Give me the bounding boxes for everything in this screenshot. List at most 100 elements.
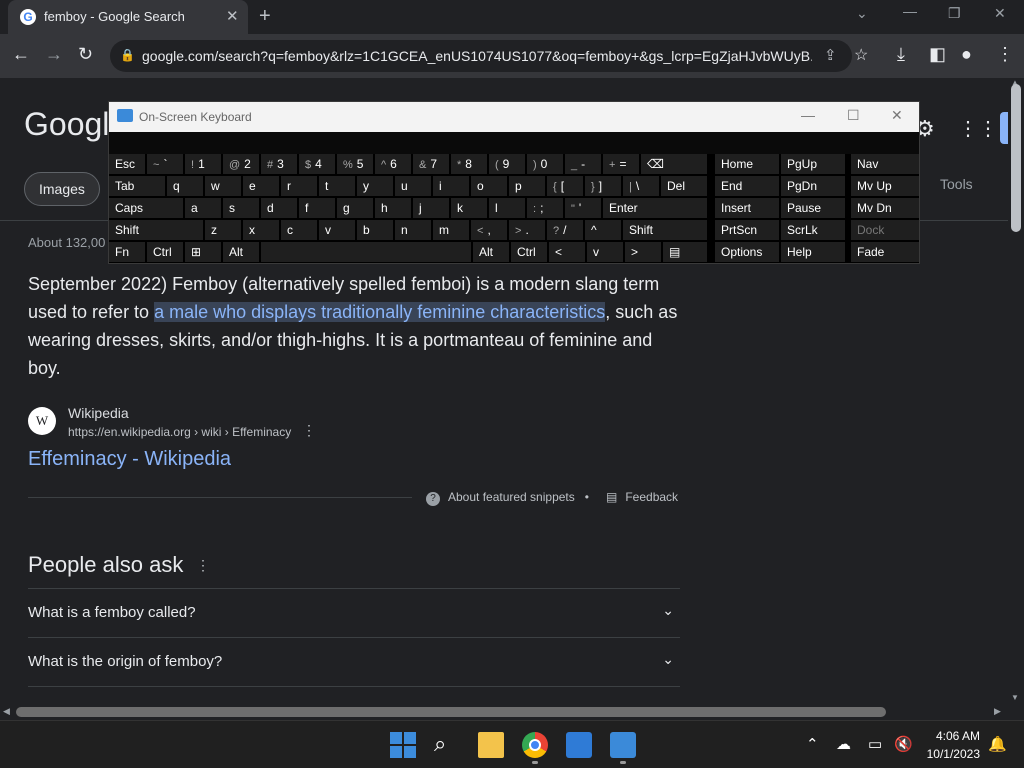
side-panel-icon[interactable]: ◧	[929, 44, 946, 65]
chrome-icon[interactable]	[522, 732, 548, 758]
key-4[interactable]: $4	[299, 154, 335, 174]
key-right-arrow[interactable]: >	[625, 242, 661, 262]
key-prtscn[interactable]: PrtScn	[715, 220, 779, 240]
key-n[interactable]: n	[395, 220, 431, 240]
key-mv-dn[interactable]: Mv Dn	[851, 198, 919, 218]
sign-in-button[interactable]	[1000, 112, 1008, 144]
key-d[interactable]: d	[261, 198, 297, 218]
key-u[interactable]: u	[395, 176, 431, 196]
paa-question[interactable]: What is a femboy called? ⌄	[28, 588, 680, 637]
key-1[interactable]: ! 1	[185, 154, 221, 174]
key-2[interactable]: @2	[223, 154, 259, 174]
start-button[interactable]	[390, 732, 416, 758]
key-help[interactable]: Help	[781, 242, 845, 262]
vertical-scrollbar[interactable]: ▲ ▼	[1008, 78, 1024, 704]
key-comma[interactable]: <,	[471, 220, 507, 240]
forward-icon[interactable]: →	[45, 44, 63, 65]
key-end[interactable]: End	[715, 176, 779, 196]
restore-icon[interactable]: ❐	[948, 5, 961, 22]
key-windows[interactable]: ⊞	[185, 242, 221, 262]
key-h[interactable]: h	[375, 198, 411, 218]
key-up-arrow[interactable]: ^	[585, 220, 621, 240]
key-3[interactable]: #3	[261, 154, 297, 174]
key-pgup[interactable]: PgUp	[781, 154, 845, 174]
menu-kebab-icon[interactable]: ⋮	[996, 44, 1014, 65]
show-hidden-icons-icon[interactable]: ⌃	[806, 735, 819, 753]
osk-maximize-icon[interactable]: ☐	[847, 107, 860, 124]
key-s[interactable]: s	[223, 198, 259, 218]
tools-button[interactable]: Tools	[940, 176, 973, 192]
key-alt-right[interactable]: Alt	[473, 242, 509, 262]
source-url[interactable]: https://en.wikipedia.org › wiki › Effemi…	[68, 425, 291, 439]
key-e[interactable]: e	[243, 176, 279, 196]
paa-question[interactable]: What is the origin of femboy? ⌄	[28, 637, 680, 686]
key-quote[interactable]: " '	[565, 198, 601, 218]
key-pgdn[interactable]: PgDn	[781, 176, 845, 196]
key-z[interactable]: z	[205, 220, 241, 240]
key-insert[interactable]: Insert	[715, 198, 779, 218]
new-tab-icon[interactable]: +	[259, 5, 271, 28]
key-6[interactable]: ^ 6	[375, 154, 411, 174]
key-x[interactable]: x	[243, 220, 279, 240]
scroll-left-icon[interactable]: ◀	[3, 706, 10, 717]
feedback-link[interactable]: ▤ Feedback	[606, 490, 678, 504]
key-0[interactable]: ) 0	[527, 154, 563, 174]
key-c[interactable]: c	[281, 220, 317, 240]
tab-images[interactable]: Images	[24, 172, 100, 206]
key-period[interactable]: >.	[509, 220, 545, 240]
photos-icon[interactable]	[566, 732, 592, 758]
osk-title-bar[interactable]: On-Screen Keyboard — ☐ ✕	[109, 102, 919, 132]
lock-icon[interactable]: 🔒	[120, 48, 135, 62]
key-enter[interactable]: Enter	[603, 198, 707, 218]
file-explorer-icon[interactable]	[478, 732, 504, 758]
tab-search-chevron-icon[interactable]: ⌄	[856, 5, 868, 22]
address-bar[interactable]: 🔒 google.com/search?q=femboy&rlz=1C1GCEA…	[110, 40, 868, 72]
search-icon[interactable]: ⌕	[434, 731, 460, 757]
key-q[interactable]: q	[167, 176, 203, 196]
key-space[interactable]	[261, 242, 471, 262]
horizontal-scrollbar[interactable]: ◀ ▶	[0, 704, 1008, 720]
scroll-thumb[interactable]	[16, 707, 886, 717]
key-p[interactable]: p	[509, 176, 545, 196]
download-icon[interactable]: ⤓	[897, 44, 905, 65]
onedrive-icon[interactable]: ☁	[836, 735, 851, 753]
source-name[interactable]: Wikipedia	[68, 405, 129, 421]
key-7[interactable]: & 7	[413, 154, 449, 174]
key-9[interactable]: (9	[489, 154, 525, 174]
reload-icon[interactable]: ↻	[78, 44, 93, 65]
key-slash[interactable]: ? /	[547, 220, 583, 240]
key-del[interactable]: Del	[661, 176, 707, 196]
key-shift[interactable]: Shift	[109, 220, 203, 240]
tab-close-icon[interactable]: ✕	[226, 7, 239, 25]
clock-time[interactable]: 4:06 AM	[930, 729, 980, 743]
key-j[interactable]: j	[413, 198, 449, 218]
key-b[interactable]: b	[357, 220, 393, 240]
key-equals[interactable]: + =	[603, 154, 639, 174]
key-o[interactable]: o	[471, 176, 507, 196]
key-8[interactable]: * 8	[451, 154, 487, 174]
key-left-bracket[interactable]: {[	[547, 176, 583, 196]
about-featured-snippets-link[interactable]: ? About featured snippets •	[426, 490, 589, 506]
url-text[interactable]: google.com/search?q=femboy&rlz=1C1GCEA_e…	[142, 48, 812, 64]
result-title-link[interactable]: Effeminacy - Wikipedia	[28, 448, 231, 471]
key-esc[interactable]: Esc	[109, 154, 145, 174]
key-caps[interactable]: Caps	[109, 198, 183, 218]
key-ctrl[interactable]: Ctrl	[147, 242, 183, 262]
key-w[interactable]: w	[205, 176, 241, 196]
browser-tab[interactable]: G femboy - Google Search ✕	[8, 0, 248, 34]
key-shift-right[interactable]: Shift	[623, 220, 707, 240]
osk-minimize-icon[interactable]: —	[801, 107, 815, 123]
key-alt[interactable]: Alt	[223, 242, 259, 262]
key-fn[interactable]: Fn	[109, 242, 145, 262]
key-home[interactable]: Home	[715, 154, 779, 174]
share-icon[interactable]: ⇪	[824, 46, 837, 64]
back-icon[interactable]: ←	[12, 44, 30, 65]
key-y[interactable]: y	[357, 176, 393, 196]
key-semicolon[interactable]: :;	[527, 198, 563, 218]
key-m[interactable]: m	[433, 220, 469, 240]
key-5[interactable]: % 5	[337, 154, 373, 174]
minimize-icon[interactable]: —	[903, 3, 917, 19]
key-g[interactable]: g	[337, 198, 373, 218]
key-ctrl-right[interactable]: Ctrl	[511, 242, 547, 262]
key-dock[interactable]: Dock	[851, 220, 919, 240]
